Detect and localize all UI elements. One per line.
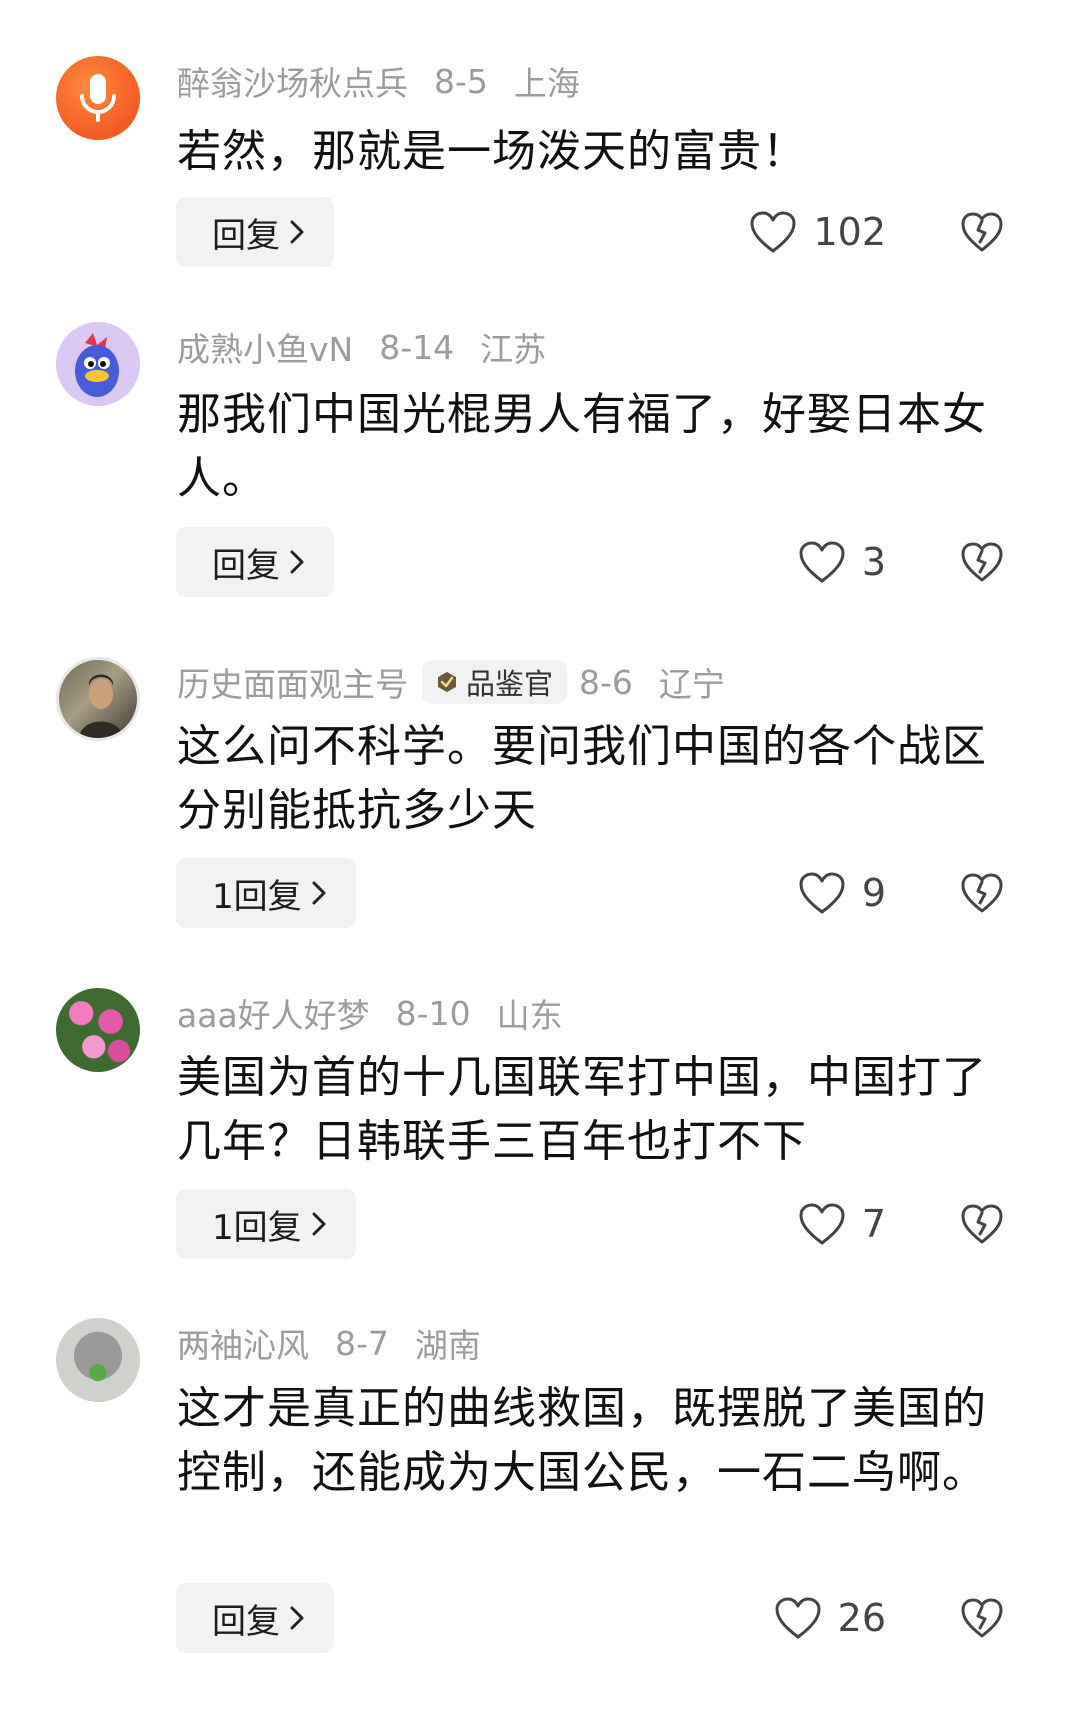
comment-date: 8-5 [434, 61, 488, 101]
dislike-button[interactable] [960, 1583, 1008, 1653]
broken-heart-icon [961, 212, 1003, 252]
chevron-right-icon [312, 1212, 326, 1236]
reply-label: 回复 [212, 215, 280, 256]
like-count: 7 [861, 1202, 886, 1246]
comment-meta: 历史面面观主号 品鉴官 8-6 辽宁 [177, 657, 725, 707]
username[interactable]: 历史面面观主号 [177, 658, 408, 706]
comment-text: 这么问不科学。要问我们中国的各个战区分别能抵抗多少天 [177, 721, 987, 836]
avatar[interactable] [56, 657, 140, 741]
avatar[interactable] [56, 988, 140, 1072]
dislike-button[interactable] [960, 1189, 1008, 1259]
dislike-button[interactable] [960, 527, 1008, 597]
comment-meta: aaa好人好梦 8-10 山东 [177, 988, 563, 1038]
comment-date: 8-14 [379, 327, 455, 367]
username[interactable]: 两袖沁风 [177, 1319, 309, 1367]
dislike-button[interactable] [960, 858, 1008, 928]
avatar[interactable] [56, 56, 140, 140]
comment-text: 这才是真正的曲线救国，既摆脱了美国的控制，还能成为大国公民，一石二鸟啊。 [177, 1383, 987, 1498]
heart-icon [750, 211, 796, 253]
broken-heart-icon [961, 1204, 1003, 1244]
comment-location: 辽宁 [658, 665, 725, 704]
comment-meta: 醉翁沙场秋点兵 8-5 上海 [177, 56, 580, 106]
comment-text: 那我们中国光棍男人有福了，好娶日本女人。 [177, 389, 987, 504]
reply-label: 回复 [212, 545, 280, 586]
comment-location: 江苏 [480, 330, 547, 369]
cartoon-bird-avatar [75, 333, 119, 397]
username[interactable]: 醉翁沙场秋点兵 [177, 57, 408, 105]
reply-label: 1回复 [212, 876, 302, 917]
heart-icon [799, 541, 845, 583]
like-count: 102 [813, 210, 886, 254]
reply-button[interactable]: 回复 [176, 1583, 334, 1653]
broken-heart-icon [961, 542, 1003, 582]
dislike-button[interactable] [960, 197, 1008, 267]
badge-label: 品鉴官 [466, 667, 554, 701]
badge-icon [438, 672, 456, 692]
photo-avatar [79, 674, 123, 738]
comment-location: 上海 [513, 64, 580, 103]
comment-location: 湖南 [414, 1326, 481, 1365]
heart-icon [799, 872, 845, 914]
avatar[interactable] [56, 322, 140, 406]
comment-meta: 成熟小鱼vN 8-14 江苏 [177, 322, 546, 372]
like-button[interactable]: 9 [798, 858, 886, 928]
comment-text: 若然，那就是一场泼天的富贵！ [177, 126, 807, 177]
heart-icon [799, 1203, 845, 1245]
username[interactable]: aaa好人好梦 [177, 989, 370, 1037]
reply-button[interactable]: 回复 [176, 527, 334, 597]
like-count: 3 [861, 540, 886, 584]
like-button[interactable]: 102 [749, 197, 886, 267]
user-badge[interactable]: 品鉴官 [422, 660, 568, 704]
comment-date: 8-10 [395, 993, 471, 1033]
reply-button[interactable]: 1回复 [176, 1189, 356, 1259]
comment-date: 8-7 [335, 1323, 389, 1363]
microphone-icon [80, 74, 116, 122]
comment-date: 8-6 [579, 662, 633, 702]
like-button[interactable]: 3 [798, 527, 886, 597]
like-button[interactable]: 7 [798, 1189, 886, 1259]
reply-label: 回复 [212, 1601, 280, 1642]
chevron-right-icon [290, 550, 304, 574]
broken-heart-icon [961, 873, 1003, 913]
username[interactable]: 成熟小鱼vN [177, 323, 353, 371]
heart-icon [775, 1597, 821, 1639]
chevron-right-icon [290, 1606, 304, 1630]
reply-label: 1回复 [212, 1207, 302, 1248]
like-count: 26 [837, 1596, 886, 1640]
chevron-right-icon [290, 220, 304, 244]
like-button[interactable]: 26 [774, 1583, 886, 1653]
broken-heart-icon [961, 1598, 1003, 1638]
like-count: 9 [861, 871, 886, 915]
avatar[interactable] [56, 1318, 140, 1402]
reply-button[interactable]: 回复 [176, 197, 334, 267]
comment-meta: 两袖沁风 8-7 湖南 [177, 1318, 481, 1368]
reply-button[interactable]: 1回复 [176, 858, 356, 928]
comment-text: 美国为首的十几国联军打中国，中国打了几年？日韩联手三百年也打不下 [177, 1052, 987, 1167]
comment-location: 山东 [496, 996, 563, 1035]
chevron-right-icon [312, 881, 326, 905]
